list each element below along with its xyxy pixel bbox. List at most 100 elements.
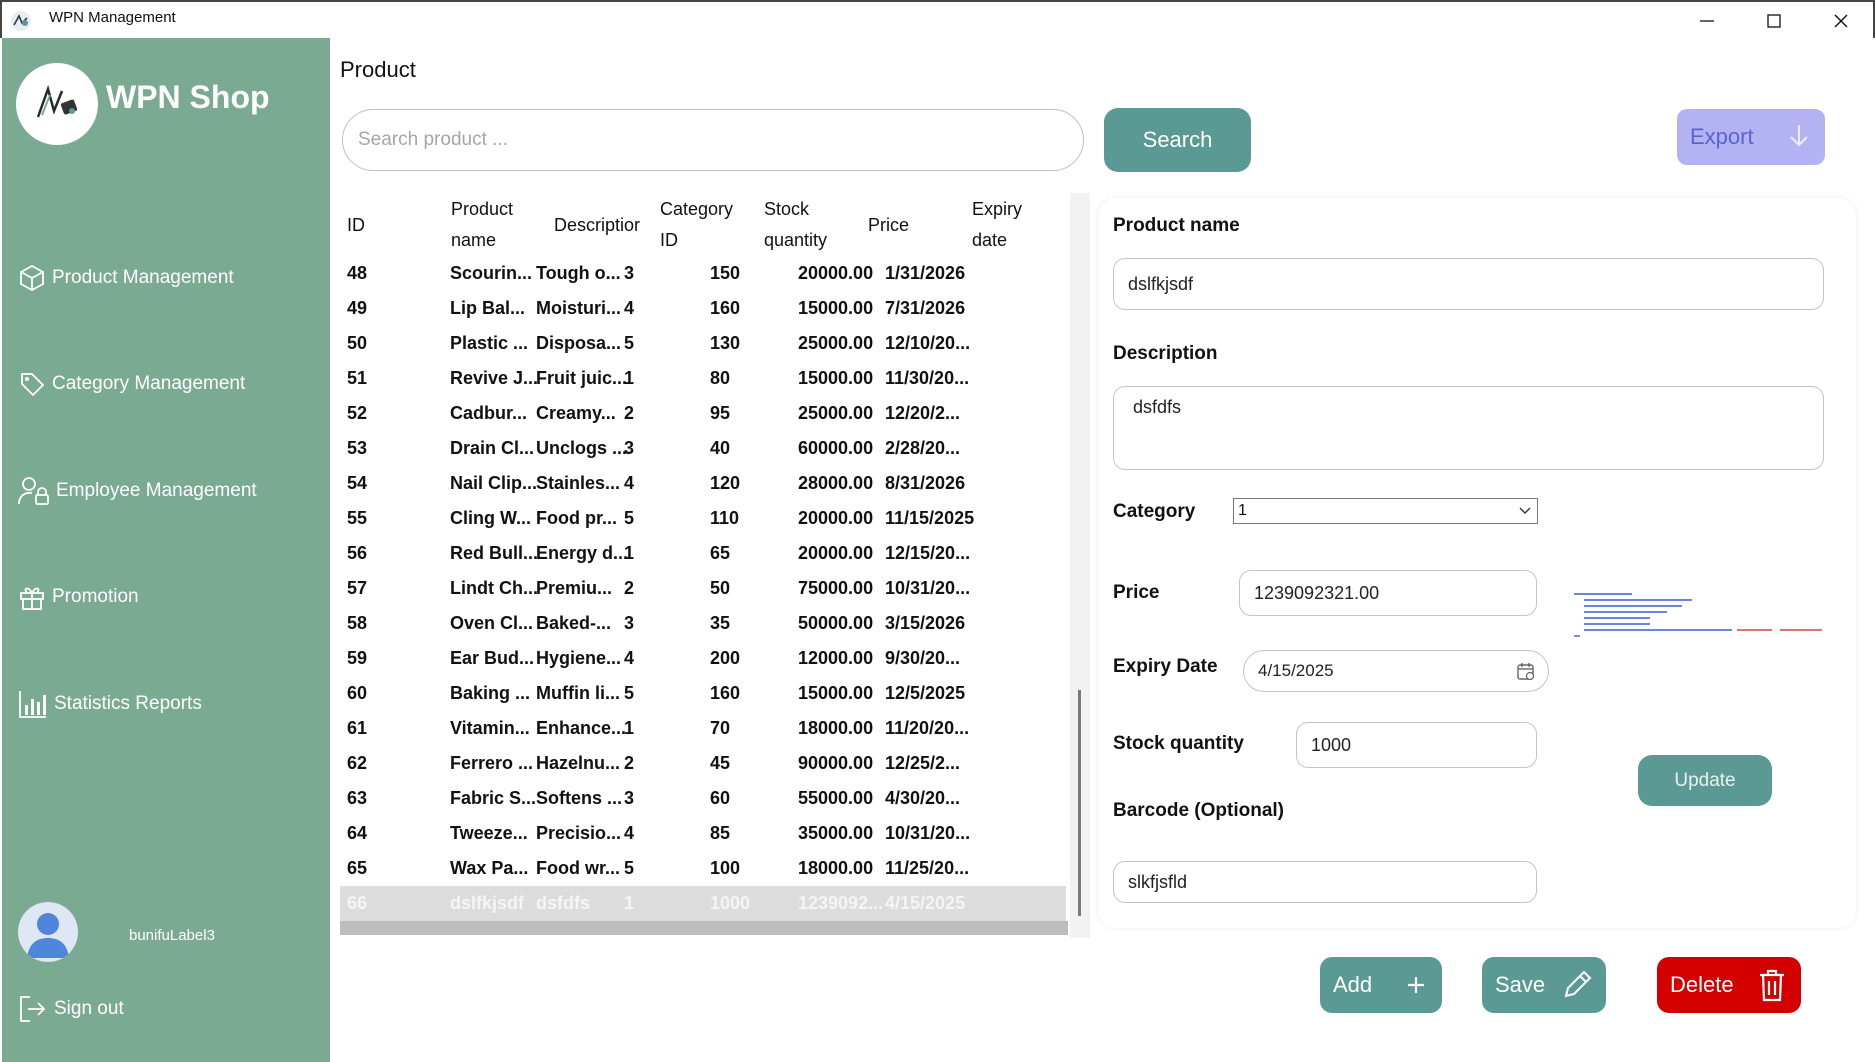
- stock-quantity-field[interactable]: 1000: [1296, 722, 1537, 768]
- cell-stock-quantity: 150: [710, 263, 741, 283]
- column-header-category-id[interactable]: Category ID: [660, 194, 733, 256]
- minimize-button[interactable]: [1674, 2, 1740, 40]
- barcode-field[interactable]: slkfjsfld: [1113, 861, 1537, 903]
- column-header-price[interactable]: Price: [868, 210, 909, 241]
- cell-expiry-date: 11/20/20...: [885, 718, 970, 738]
- cell-category-id: 4: [624, 823, 635, 843]
- cell-id: 54: [347, 473, 368, 493]
- column-header-product-name[interactable]: Product name: [451, 194, 513, 256]
- horizontal-scrollbar[interactable]: [340, 921, 1068, 935]
- cell-stock-quantity: 95: [710, 403, 731, 423]
- expiry-date-picker[interactable]: 4/15/2025: [1243, 650, 1549, 692]
- table-row[interactable]: 55 Cling W... Food pr... 5 110 20000.00 11/15/…: [340, 501, 1066, 536]
- sidebar-item-category-management[interactable]: Category Management: [18, 366, 245, 402]
- cell-category-id: 4: [624, 648, 635, 668]
- sign-out-button[interactable]: Sign out: [18, 991, 124, 1027]
- cell-price: 25000.00: [798, 403, 874, 423]
- sidebar-item-statistics-reports[interactable]: Statistics Reports: [18, 686, 202, 722]
- cell-category-id: 1: [624, 368, 635, 388]
- update-button[interactable]: Update: [1638, 755, 1772, 806]
- sidebar-item-product-management[interactable]: Product Management: [18, 260, 234, 296]
- scrollbar-thumb[interactable]: [1078, 690, 1081, 916]
- cell-stock-quantity: 120: [710, 473, 741, 493]
- table-row[interactable]: 62 Ferrero ... Hazelnu... 2 45 90000.00 12/25/…: [340, 746, 1066, 781]
- avatar[interactable]: [18, 902, 78, 962]
- tag-icon: [21, 373, 45, 397]
- column-header-id[interactable]: ID: [347, 210, 365, 241]
- cell-price: 90000.00: [798, 753, 874, 773]
- column-header-description[interactable]: Descriptior: [554, 210, 640, 241]
- column-header-expiry-date[interactable]: Expiry date: [972, 194, 1022, 256]
- cell-product-name: Wax Pa...: [450, 858, 529, 878]
- cell-category-id: 2: [624, 753, 635, 773]
- cell-id: 55: [347, 508, 368, 528]
- window-title: WPN Management: [49, 9, 176, 26]
- cell-price: 55000.00: [798, 788, 874, 808]
- user-lock-icon: [18, 477, 49, 505]
- arrow-down-icon: [1790, 125, 1808, 147]
- cell-stock-quantity: 100: [710, 858, 741, 878]
- table-row[interactable]: 50 Plastic ... Disposa... 5 130 25000.00 12/10…: [340, 326, 1066, 361]
- table-row[interactable]: 56 Red Bull... Energy d... 1 65 20000.00 12/15…: [340, 536, 1066, 571]
- table-row[interactable]: 53 Drain Cl... Unclogs ... 3 40 60000.00 2/28/…: [340, 431, 1066, 466]
- header-line: ID: [660, 230, 678, 250]
- cell-description: Muffin li...: [536, 683, 620, 703]
- sql-preview-image: [1572, 590, 1827, 648]
- expiry-date-value: 4/15/2025: [1258, 661, 1334, 680]
- cell-product-name: Tweeze...: [450, 823, 528, 843]
- cell-category-id: 2: [624, 403, 635, 423]
- cell-stock-quantity: 35: [710, 613, 731, 633]
- close-button[interactable]: [1808, 2, 1874, 40]
- table-row[interactable]: 65 Wax Pa... Food wr... 5 100 18000.00 11/25/2…: [340, 851, 1066, 886]
- cell-id: 62: [347, 753, 368, 773]
- table-row[interactable]: 51 Revive J... Fruit juic... 1 80 15000.00 11/…: [340, 361, 1066, 396]
- cell-description: Hygiene...: [536, 648, 622, 668]
- cell-category-id: 5: [624, 858, 635, 878]
- cell-id: 65: [347, 858, 368, 878]
- table-row[interactable]: 54 Nail Clip... Stainles... 4 120 28000.00 8/3…: [340, 466, 1066, 501]
- table-row[interactable]: 58 Oven Cl... Baked-... 3 35 50000.00 3/15/202…: [340, 606, 1066, 641]
- table-row[interactable]: 61 Vitamin... Enhance... 1 70 18000.00 11/20/2…: [340, 711, 1066, 746]
- table-row[interactable]: 49 Lip Bal... Moisturi... 4 160 15000.00 7/31/…: [340, 291, 1066, 326]
- cell-stock-quantity: 65: [710, 543, 731, 563]
- gift-icon: [20, 587, 44, 610]
- cell-expiry-date: 2/28/20...: [885, 438, 961, 458]
- product-table[interactable]: ID Product name Descriptior Category ID St…: [340, 186, 1090, 936]
- cell-expiry-date: 9/30/20...: [885, 648, 961, 668]
- cell-description: Fruit juic...: [536, 368, 628, 388]
- header-line: Category: [660, 199, 734, 219]
- column-header-stock-quantity[interactable]: Stock quantity: [764, 194, 827, 256]
- category-select[interactable]: 1: [1233, 498, 1538, 524]
- sidebar-item-employee-management[interactable]: Employee Management: [18, 473, 257, 509]
- cell-category-id: 4: [624, 298, 635, 318]
- table-row[interactable]: 57 Lindt Ch... Premiu... 2 50 75000.00 10/31/2…: [340, 571, 1066, 606]
- calendar-icon[interactable]: [1516, 661, 1536, 681]
- cell-description: Softens ...: [536, 788, 623, 808]
- sidebar-item-promotion[interactable]: Promotion: [18, 579, 139, 615]
- cell-category-id: 5: [624, 683, 635, 703]
- sidebar-item-label: Product Management: [52, 267, 234, 288]
- add-button[interactable]: Add: [1320, 957, 1442, 1013]
- table-row[interactable]: 59 Ear Bud... Hygiene... 4 200 12000.00 9/30/2…: [340, 641, 1066, 676]
- table-row-selected[interactable]: 66 dslfkjsdf dsfdfs 1 1000 1239092... 4/15/202…: [340, 886, 1066, 921]
- save-button[interactable]: Save: [1482, 957, 1606, 1013]
- search-button[interactable]: Search: [1104, 108, 1251, 172]
- add-label: Add: [1333, 972, 1373, 997]
- table-row[interactable]: 64 Tweeze... Precisio... 4 85 35000.00 10/31/2…: [340, 816, 1066, 851]
- window-titlebar: WPN Management: [0, 0, 1875, 38]
- export-button[interactable]: Export: [1677, 109, 1825, 165]
- search-input[interactable]: [342, 109, 1084, 171]
- product-name-field[interactable]: dslfkjsdf: [1113, 258, 1824, 310]
- delete-button[interactable]: Delete: [1657, 957, 1801, 1013]
- description-field[interactable]: dsfdfs: [1113, 386, 1824, 470]
- cell-expiry-date: 7/31/2026: [885, 298, 966, 318]
- cell-product-name: Plastic ...: [450, 333, 529, 353]
- cell-expiry-date: 12/25/2...: [885, 753, 961, 773]
- table-row[interactable]: 60 Baking ... Muffin li... 5 160 15000.00 12/5…: [340, 676, 1066, 711]
- table-row[interactable]: 48 Scourin... Tough o... 3 150 20000.00 1/31/2…: [340, 256, 1066, 291]
- price-field[interactable]: 1239092321.00: [1239, 570, 1537, 616]
- header-line: name: [451, 230, 497, 250]
- table-row[interactable]: 63 Fabric S... Softens ... 3 60 55000.00 4/30/…: [340, 781, 1066, 816]
- maximize-button[interactable]: [1741, 2, 1807, 40]
- table-row[interactable]: 52 Cadbur... Creamy... 2 95 25000.00 12/20/2..…: [340, 396, 1066, 431]
